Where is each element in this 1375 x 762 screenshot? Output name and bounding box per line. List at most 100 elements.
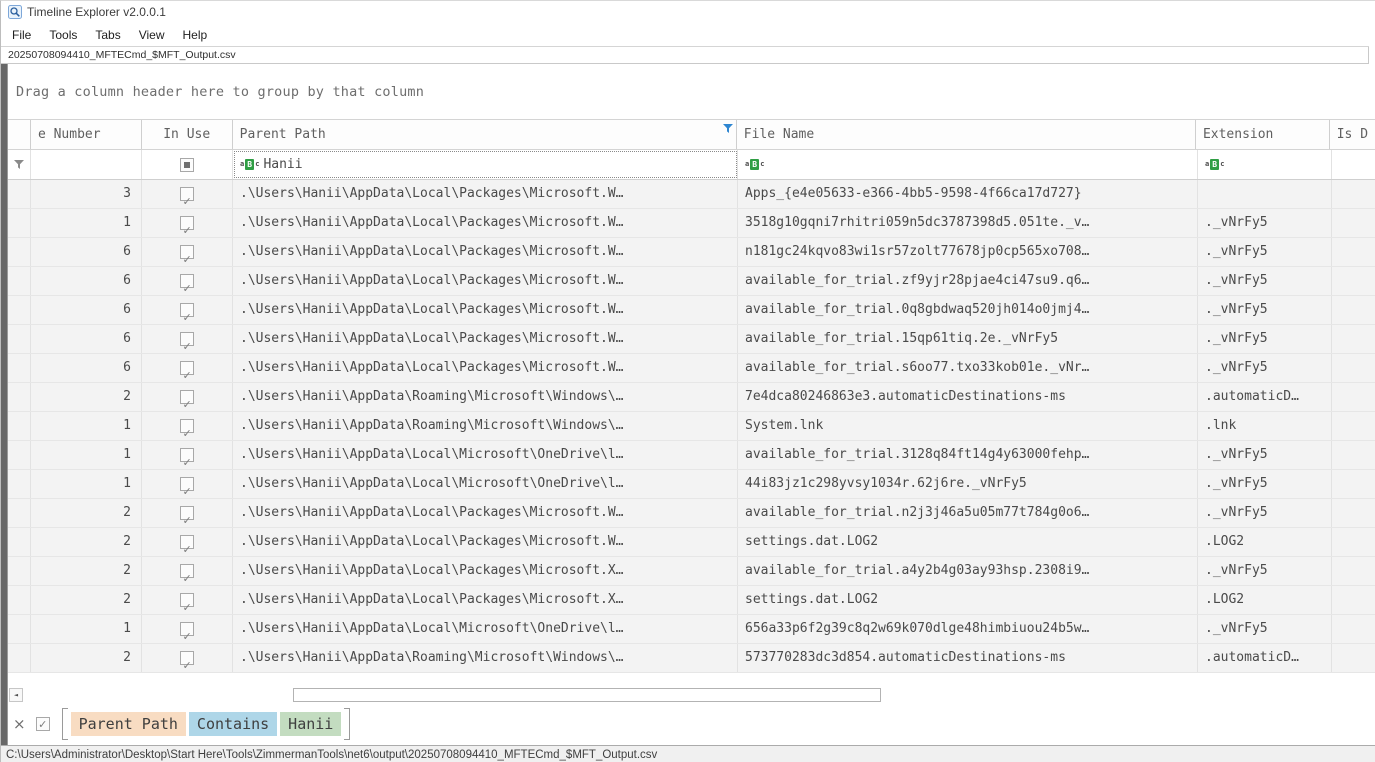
cell-file-name[interactable]: 44i83jz1c298yvsy1034r.62j6re._vNrFy5 [738,470,1198,498]
cell-in-use[interactable] [142,470,233,498]
filter-chip-column[interactable]: Parent Path [70,712,186,736]
column-filter-funnel-icon[interactable] [722,124,733,134]
cell-file-name[interactable]: Apps_{e4e05633-e366-4bb5-9598-4f66ca17d7… [738,180,1198,208]
cell-entry-number[interactable]: 1 [31,470,142,498]
menu-file[interactable]: File [3,25,40,45]
cell-is-directory[interactable] [1332,441,1375,469]
row-indicator[interactable] [8,470,31,498]
cell-in-use[interactable] [142,528,233,556]
table-row[interactable]: 6 .\Users\Hanii\AppData\Local\Packages\Mi… [8,354,1375,383]
filter-enabled-checkbox[interactable] [35,717,50,731]
table-row[interactable]: 6 .\Users\Hanii\AppData\Local\Packages\Mi… [8,238,1375,267]
cell-extension[interactable]: .LOG2 [1198,586,1332,614]
cell-is-directory[interactable] [1332,354,1375,382]
cell-file-name[interactable]: System.lnk [738,412,1198,440]
cell-extension[interactable]: .LOG2 [1198,528,1332,556]
cell-parent-path[interactable]: .\Users\Hanii\AppData\Local\Packages\Mic… [233,325,738,353]
file-name-filter-cell[interactable]: aBc [738,150,1198,179]
cell-parent-path[interactable]: .\Users\Hanii\AppData\Local\Packages\Mic… [233,238,738,266]
cell-is-directory[interactable] [1332,325,1375,353]
row-indicator[interactable] [8,644,31,672]
cell-file-name[interactable]: 573770283dc3d854.automaticDestinations-m… [738,644,1198,672]
cell-parent-path[interactable]: .\Users\Hanii\AppData\Local\Packages\Mic… [233,528,738,556]
remove-filter-button[interactable]: × [11,716,28,732]
cell-in-use[interactable] [142,412,233,440]
cell-entry-number[interactable]: 1 [31,209,142,237]
cell-parent-path[interactable]: .\Users\Hanii\AppData\Local\Packages\Mic… [233,557,738,585]
cell-entry-number[interactable]: 3 [31,180,142,208]
cell-parent-path[interactable]: .\Users\Hanii\AppData\Local\Microsoft\On… [233,615,738,643]
scroll-left-button[interactable]: ◄ [9,688,23,702]
row-indicator[interactable] [8,615,31,643]
cell-extension[interactable] [1198,180,1332,208]
row-indicator[interactable] [8,528,31,556]
column-header-is-d[interactable]: Is D [1330,120,1375,149]
in-use-checkbox[interactable] [180,303,194,324]
cell-in-use[interactable] [142,238,233,266]
in-use-checkbox[interactable] [180,419,194,440]
tab-csv-output[interactable]: 20250708094410_MFTECmd_$MFT_Output.csv [8,49,236,61]
cell-entry-number[interactable]: 6 [31,267,142,295]
cell-extension[interactable]: ._vNrFy5 [1198,296,1332,324]
row-indicator[interactable] [8,499,31,527]
cell-file-name[interactable]: settings.dat.LOG2 [738,586,1198,614]
group-by-panel[interactable]: Drag a column header here to group by th… [8,64,1375,119]
row-indicator[interactable] [8,209,31,237]
cell-parent-path[interactable]: .\Users\Hanii\AppData\Local\Microsoft\On… [233,470,738,498]
cell-file-name[interactable]: available_for_trial.3128q84ft14g4y63000f… [738,441,1198,469]
cell-entry-number[interactable]: 2 [31,644,142,672]
cell-in-use[interactable] [142,557,233,585]
column-header-extension[interactable]: Extension [1196,120,1330,149]
cell-extension[interactable]: .lnk [1198,412,1332,440]
cell-extension[interactable]: .automaticD… [1198,644,1332,672]
cell-in-use[interactable] [142,325,233,353]
row-indicator[interactable] [8,354,31,382]
cell-entry-number[interactable]: 1 [31,615,142,643]
cell-is-directory[interactable] [1332,238,1375,266]
cell-parent-path[interactable]: .\Users\Hanii\AppData\Local\Packages\Mic… [233,499,738,527]
row-indicator[interactable] [8,325,31,353]
cell-extension[interactable]: ._vNrFy5 [1198,441,1332,469]
cell-in-use[interactable] [142,267,233,295]
column-header-in-use[interactable]: In Use [142,120,233,149]
cell-entry-number[interactable]: 2 [31,528,142,556]
cell-parent-path[interactable]: .\Users\Hanii\AppData\Local\Microsoft\On… [233,441,738,469]
row-indicator[interactable] [8,296,31,324]
row-indicator-header[interactable] [8,120,31,149]
cell-file-name[interactable]: available_for_trial.s6oo77.txo33kob01e._… [738,354,1198,382]
row-indicator[interactable] [8,180,31,208]
menu-tabs[interactable]: Tabs [86,25,129,45]
horizontal-scrollbar[interactable]: ◄ [8,688,1375,703]
in-use-checkbox[interactable] [180,390,194,411]
cell-entry-number[interactable]: 1 [31,412,142,440]
cell-in-use[interactable] [142,354,233,382]
cell-file-name[interactable]: available_for_trial.0q8gbdwaq520jh014o0j… [738,296,1198,324]
cell-in-use[interactable] [142,383,233,411]
in-use-filter-cell[interactable] [142,150,233,179]
cell-extension[interactable]: ._vNrFy5 [1198,499,1332,527]
row-indicator[interactable] [8,267,31,295]
row-indicator[interactable] [8,557,31,585]
cell-in-use[interactable] [142,644,233,672]
table-row[interactable]: 2 .\Users\Hanii\AppData\Local\Packages\Mi… [8,586,1375,615]
filter-chip-value[interactable]: Hanii [280,712,342,736]
cell-in-use[interactable] [142,615,233,643]
cell-is-directory[interactable] [1332,209,1375,237]
cell-in-use[interactable] [142,296,233,324]
in-use-checkbox[interactable] [180,535,194,556]
column-header-parent-path[interactable]: Parent Path [233,120,737,149]
cell-in-use[interactable] [142,586,233,614]
cell-parent-path[interactable]: .\Users\Hanii\AppData\Local\Packages\Mic… [233,267,738,295]
table-row[interactable]: 6 .\Users\Hanii\AppData\Local\Packages\Mi… [8,267,1375,296]
menu-help[interactable]: Help [174,25,217,45]
in-use-checkbox[interactable] [180,448,194,469]
cell-entry-number[interactable]: 6 [31,296,142,324]
cell-extension[interactable]: ._vNrFy5 [1198,615,1332,643]
in-use-checkbox[interactable] [180,245,194,266]
cell-parent-path[interactable]: .\Users\Hanii\AppData\Local\Packages\Mic… [233,354,738,382]
table-row[interactable]: 1 .\Users\Hanii\AppData\Local\Microsoft\O… [8,441,1375,470]
row-indicator[interactable] [8,383,31,411]
cell-is-directory[interactable] [1332,412,1375,440]
cell-extension[interactable]: ._vNrFy5 [1198,325,1332,353]
in-use-checkbox[interactable] [180,187,194,208]
